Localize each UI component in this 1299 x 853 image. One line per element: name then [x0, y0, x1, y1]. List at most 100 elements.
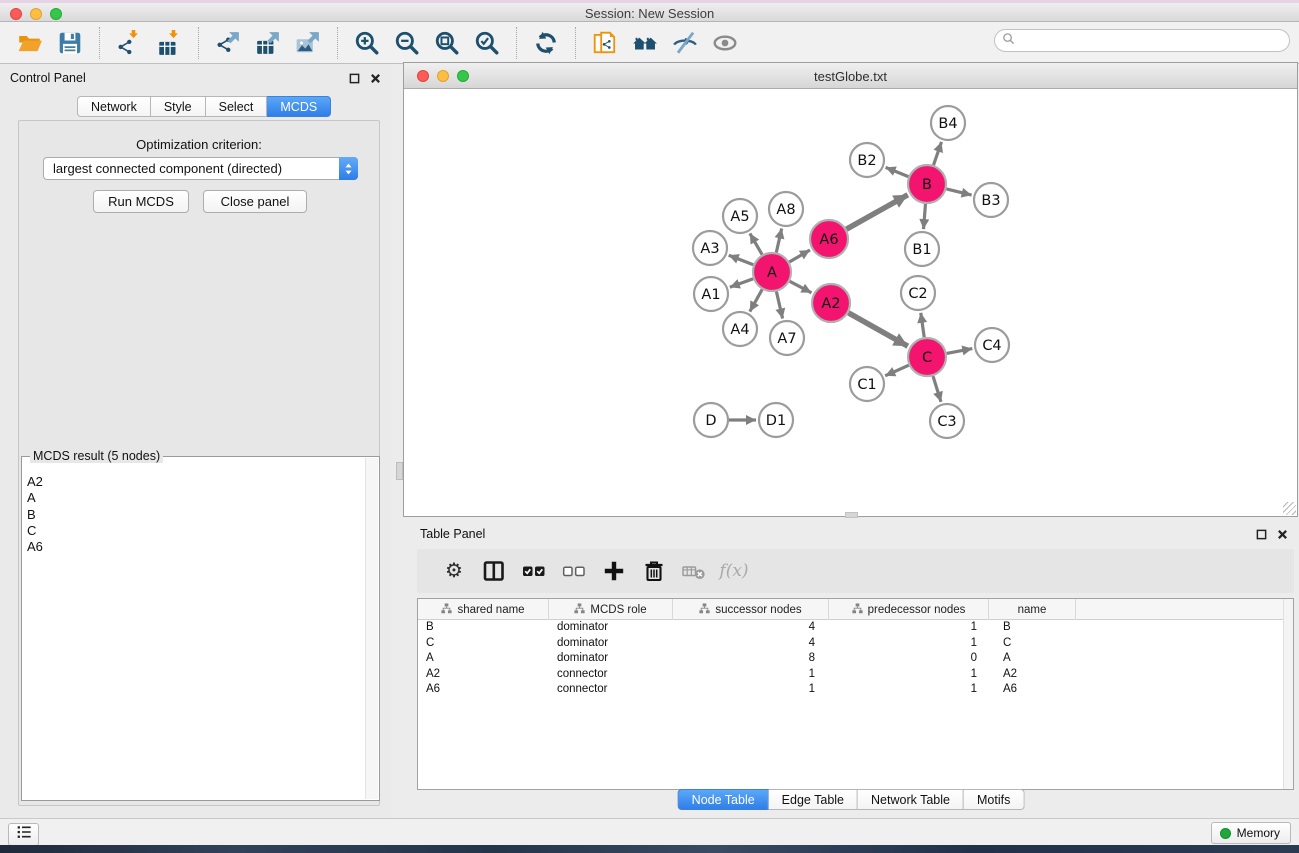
node-A8[interactable]: A8 — [769, 192, 803, 226]
result-item[interactable]: C — [27, 523, 43, 539]
column-header-shared-name[interactable]: shared name — [418, 599, 549, 620]
mcds-result-list[interactable]: A2ABCA6 — [27, 474, 43, 555]
node-B1[interactable]: B1 — [905, 232, 939, 266]
show-panel-eye-icon[interactable] — [708, 26, 742, 60]
columns-icon[interactable] — [480, 556, 508, 586]
edge-B-B2[interactable] — [886, 167, 909, 176]
network-view-window[interactable]: testGlobe.txt AA1A2A3A4A5A6A7A8BB1B2B3B4… — [403, 62, 1298, 517]
close-panel-button[interactable]: Close panel — [203, 190, 307, 213]
tab-mcds[interactable]: MCDS — [267, 96, 331, 117]
cell[interactable]: 0 — [829, 651, 989, 667]
table-row[interactable]: Adominator80A — [418, 651, 1293, 667]
column-header-predecessor-nodes[interactable]: predecessor nodes — [829, 599, 989, 620]
edge-A-A6[interactable] — [789, 250, 810, 262]
cell[interactable]: dominator — [549, 620, 673, 636]
network-vertical-scroll-nub[interactable] — [396, 462, 403, 480]
float-panel-icon[interactable] — [347, 71, 361, 85]
result-item[interactable]: A2 — [27, 474, 43, 490]
node-A1[interactable]: A1 — [694, 277, 728, 311]
cell[interactable]: A6 — [989, 682, 1076, 698]
delete-table-icon[interactable] — [680, 556, 708, 586]
main-titlebar[interactable]: Session: New Session — [0, 3, 1299, 22]
column-header-successor-nodes[interactable]: successor nodes — [673, 599, 829, 620]
cell[interactable]: A2 — [989, 667, 1076, 683]
deselect-all-checks-icon[interactable] — [560, 556, 588, 586]
table-row[interactable]: Cdominator41C — [418, 636, 1293, 652]
task-history-button[interactable] — [8, 823, 39, 846]
edge-C-C2[interactable] — [921, 313, 924, 337]
window-resize-grip[interactable] — [1283, 502, 1296, 515]
cell[interactable]: dominator — [549, 636, 673, 652]
export-table-icon[interactable] — [251, 26, 285, 60]
import-network-icon[interactable] — [112, 26, 146, 60]
zoom-in-icon[interactable] — [350, 26, 384, 60]
search-box[interactable] — [994, 29, 1290, 52]
cell[interactable]: A2 — [418, 667, 549, 683]
close-panel-icon[interactable] — [368, 71, 382, 85]
cell[interactable]: dominator — [549, 651, 673, 667]
edge-B-B3[interactable] — [946, 189, 971, 195]
cell[interactable]: 1 — [829, 682, 989, 698]
cell[interactable]: connector — [549, 667, 673, 683]
node-C1[interactable]: C1 — [850, 367, 884, 401]
edge-B-B4[interactable] — [934, 142, 942, 165]
tab-network-table[interactable]: Network Table — [858, 789, 964, 810]
cell[interactable]: A — [418, 651, 549, 667]
edge-A-A3[interactable] — [729, 255, 754, 265]
network-horizontal-scroll-nub[interactable] — [845, 512, 858, 518]
table-row[interactable]: Bdominator41B — [418, 620, 1293, 636]
tab-style[interactable]: Style — [151, 96, 206, 117]
cell[interactable]: A6 — [418, 682, 549, 698]
node-A2[interactable]: A2 — [812, 284, 850, 322]
tab-edge-table[interactable]: Edge Table — [769, 789, 858, 810]
result-scrollbar[interactable] — [365, 458, 378, 799]
close-table-panel-icon[interactable] — [1275, 527, 1289, 541]
edge-C-C1[interactable] — [885, 365, 909, 376]
edge-C-C4[interactable] — [947, 349, 973, 354]
column-header-MCDS-role[interactable]: MCDS role — [549, 599, 673, 620]
export-image-icon[interactable] — [291, 26, 325, 60]
result-item[interactable]: A — [27, 490, 43, 506]
network-canvas[interactable]: AA1A2A3A4A5A6A7A8BB1B2B3B4CC1C2C3C4DD1 — [404, 90, 1297, 516]
node-A[interactable]: A — [753, 253, 791, 291]
open-folder-icon[interactable] — [13, 26, 47, 60]
node-D1[interactable]: D1 — [759, 403, 793, 437]
cell[interactable]: 4 — [673, 620, 829, 636]
node-A7[interactable]: A7 — [770, 321, 804, 355]
import-table-icon[interactable] — [152, 26, 186, 60]
edge-A-A1[interactable] — [730, 279, 753, 287]
node-A6[interactable]: A6 — [810, 220, 848, 258]
search-input[interactable] — [1019, 34, 1289, 48]
select-all-checks-icon[interactable] — [520, 556, 548, 586]
node-B4[interactable]: B4 — [931, 106, 965, 140]
edge-A-A5[interactable] — [750, 233, 762, 254]
home-icon[interactable] — [628, 26, 662, 60]
zoom-fit-icon[interactable] — [430, 26, 464, 60]
gear-icon[interactable]: ⚙ — [440, 556, 468, 586]
save-session-icon[interactable] — [53, 26, 87, 60]
cell[interactable]: 8 — [673, 651, 829, 667]
function-builder-icon[interactable]: f(x) — [720, 556, 748, 586]
edge-C-C3[interactable] — [933, 376, 941, 402]
refresh-icon[interactable] — [529, 26, 563, 60]
export-network-icon[interactable] — [211, 26, 245, 60]
edge-A6-B[interactable] — [846, 195, 907, 229]
open-session-file-icon[interactable] — [588, 26, 622, 60]
node-A4[interactable]: A4 — [723, 312, 757, 346]
tab-network[interactable]: Network — [77, 96, 151, 117]
cell[interactable]: 1 — [829, 636, 989, 652]
cell[interactable]: 1 — [829, 667, 989, 683]
result-item[interactable]: A6 — [27, 539, 43, 555]
edge-A-A2[interactable] — [790, 281, 812, 293]
edge-A2-C[interactable] — [848, 313, 907, 346]
cell[interactable]: B — [418, 620, 549, 636]
column-header-name[interactable]: name — [989, 599, 1076, 620]
node-C4[interactable]: C4 — [975, 328, 1009, 362]
tab-select[interactable]: Select — [206, 96, 268, 117]
edge-A-A4[interactable] — [750, 289, 762, 311]
cell[interactable]: C — [989, 636, 1076, 652]
cell[interactable]: A — [989, 651, 1076, 667]
criterion-dropdown[interactable]: largest connected component (directed) — [43, 157, 358, 180]
node-C2[interactable]: C2 — [901, 276, 935, 310]
node-B2[interactable]: B2 — [850, 143, 884, 177]
